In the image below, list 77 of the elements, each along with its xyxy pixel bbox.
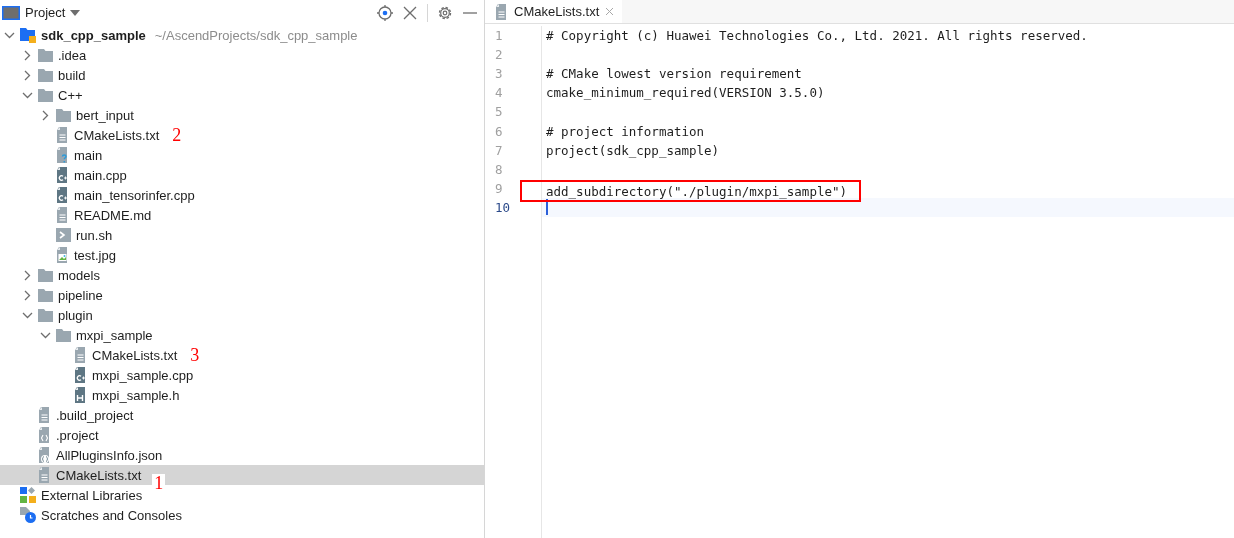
folder-icon [38,48,53,62]
tree-item[interactable]: README.md [74,207,152,223]
code-line: # Copyright (c) Huawei Technologies Co., Ltd. 2021. All rights reserved. [546,28,1088,44]
dropdown-caret-icon[interactable] [70,9,81,16]
line-number: 10 [494,198,512,217]
tree-item[interactable]: .build_project [56,407,134,423]
project-icon [20,27,36,43]
tree-item[interactable]: Scratches and Consoles [41,507,182,523]
tree-item[interactable]: pipeline [58,287,103,303]
tree-item[interactable]: main.cpp [74,167,127,183]
tree-item[interactable]: .idea [58,47,87,63]
code-file-icon [38,427,51,443]
tree-item[interactable]: bert_input [76,107,134,123]
header-file-icon [74,387,87,403]
tree-item[interactable]: mxpi_sample.cpp [92,367,194,383]
folder-icon [56,328,71,342]
line-number: 6 [494,122,504,141]
tree-item[interactable]: .project [56,427,99,443]
tree-item[interactable]: C++ [58,87,83,103]
line-number: 9 [494,179,504,198]
annotation-number: 2 [170,126,184,144]
code-line: add_subdirectory("./plugin/mxpi_sample") [546,183,848,199]
text-file-icon [56,207,69,223]
line-number: 3 [494,65,504,84]
tree-item[interactable]: CMakeLists.txt [92,347,178,363]
terminal-icon [56,228,71,242]
text-file-icon [74,347,87,363]
code-line: # project information [546,123,705,139]
folder-icon [38,288,53,302]
tree-item[interactable]: build [58,67,86,83]
scratches-icon [20,507,36,523]
line-number: 7 [494,141,504,160]
annotation-number: 3 [188,346,202,364]
annotation-number: 1 [152,474,166,492]
line-number: 1 [494,27,504,46]
cpp-file-icon [56,167,69,183]
libraries-icon [20,487,36,503]
folder-icon [38,68,53,82]
tree-item[interactable]: CMakeLists.txt [74,127,160,143]
tree-item[interactable]: mxpi_sample.h [92,387,180,403]
tree-item[interactable]: AllPluginsInfo.json [56,447,163,463]
text-file-icon [38,467,51,483]
project-path: ~/AscendProjects/sdk_cpp_sample [154,27,358,43]
tree-item[interactable]: External Libraries [41,487,143,503]
folder-icon [38,88,53,102]
line-number: 8 [494,160,504,179]
json-file-icon [38,447,51,463]
tree-item[interactable]: models [58,267,100,283]
text-file-icon [56,127,69,143]
tree-item[interactable]: main_tensorinfer.cpp [74,187,195,203]
panel-title[interactable]: Project [25,5,66,20]
folder-icon [38,268,53,282]
line-number: 2 [494,46,504,65]
text-file-icon [495,3,508,20]
folder-icon [56,108,71,122]
tree-item[interactable]: sdk_cpp_sample [41,27,146,43]
text-file-icon [38,407,51,423]
code-line: project(sdk_cpp_sample) [546,142,720,158]
locate-icon[interactable] [375,2,395,23]
unknown-file-icon [56,147,69,163]
text-cursor [546,199,548,216]
cpp-file-icon [56,187,69,203]
window-icon [2,5,20,20]
tree-item-label[interactable]: CMakeLists.txt [56,467,142,483]
tree-item[interactable]: main [74,147,103,163]
tree-item[interactable]: mxpi_sample [76,327,153,343]
code-line: # CMake lowest version requirement [546,66,802,82]
image-file-icon [56,247,69,263]
tree-item[interactable]: test.jpg [74,247,116,263]
cpp-file-icon [74,367,87,383]
line-number: 4 [494,84,504,103]
line-number: 5 [494,103,504,122]
folder-icon [38,308,53,322]
code-line: cmake_minimum_required(VERSION 3.5.0) [546,85,825,101]
tree-item[interactable]: run.sh [76,227,113,243]
editor-tab[interactable]: CMakeLists.txt [485,0,623,23]
tree-item[interactable]: plugin [58,307,93,323]
